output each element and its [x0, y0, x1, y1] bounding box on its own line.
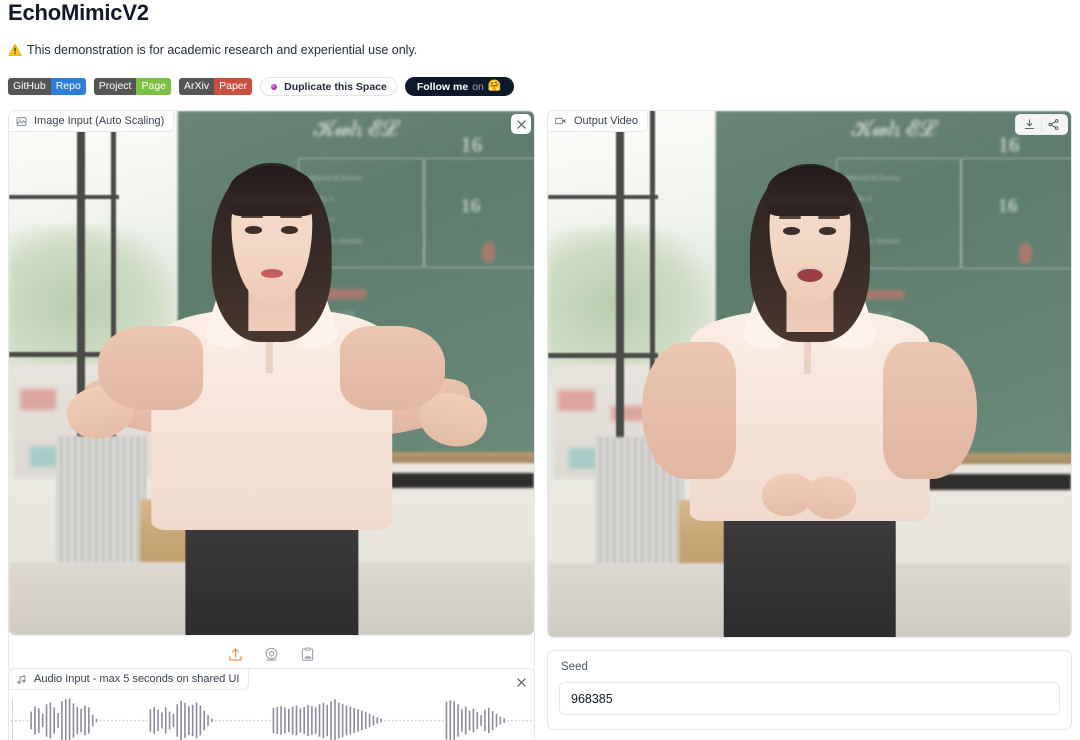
audio-input-label-text: Audio Input - max 5 seconds on shared UI: [34, 673, 240, 685]
arxiv-paper-badge[interactable]: ArXiv Paper: [179, 78, 253, 95]
audio-input-close-button[interactable]: [511, 672, 531, 692]
follow-me-button[interactable]: Follow me on 🤗: [404, 77, 514, 96]
follow-me-suffix: on: [472, 80, 484, 93]
image-input-label-text: Image Input (Auto Scaling): [34, 115, 165, 127]
seed-input[interactable]: [559, 682, 1060, 715]
output-video-panel: 𝒦𝓌ℎ ℰℒ 16 16 Material & Process Studio, …: [547, 110, 1072, 638]
download-icon[interactable]: [1018, 115, 1041, 134]
image-input-close-button[interactable]: [511, 114, 531, 134]
output-video-frame: 𝒦𝓌ℎ ℰℒ 16 16 Material & Process Studio, …: [548, 111, 1071, 637]
video-camera-icon: [555, 116, 567, 126]
page-title: EchoMimicV2: [8, 0, 149, 25]
output-video-player[interactable]: 𝒦𝓌ℎ ℰℒ 16 16 Material & Process Studio, …: [548, 111, 1071, 637]
clipboard-icon[interactable]: [298, 645, 318, 665]
waveform-canvas: [11, 698, 532, 740]
github-repo-badge-left: GitHub: [8, 78, 51, 95]
upload-icon[interactable]: [226, 645, 246, 665]
image-input-panel: 𝒦𝓌ℎ ℰℒ 16 16 Material & Process Studio, …: [8, 110, 535, 675]
project-page-badge-left: Project: [93, 78, 137, 95]
github-repo-badge[interactable]: GitHub Repo: [8, 78, 86, 95]
image-input-label: Image Input (Auto Scaling): [9, 111, 175, 132]
academic-use-notice: This demonstration is for academic resea…: [8, 43, 417, 57]
output-video-label-text: Output Video: [574, 115, 639, 127]
huggingface-dot-icon: [270, 82, 279, 91]
image-input-preview[interactable]: 𝒦𝓌ℎ ℰℒ 16 16 Material & Process Studio, …: [9, 111, 534, 635]
webcam-icon[interactable]: [262, 645, 282, 665]
input-image-content: 𝒦𝓌ℎ ℰℒ 16 16 Material & Process Studio, …: [9, 111, 534, 635]
seed-label: Seed: [561, 661, 588, 673]
output-video-tools: [1015, 114, 1068, 135]
audio-input-panel: Audio Input - max 5 seconds on shared UI: [8, 668, 535, 740]
duplicate-space-button[interactable]: Duplicate this Space: [260, 77, 397, 96]
share-icon[interactable]: [1042, 115, 1065, 134]
badge-row: GitHub Repo Project Page ArXiv Paper Dup…: [8, 77, 514, 96]
arxiv-paper-badge-left: ArXiv: [179, 78, 215, 95]
image-icon: [16, 116, 27, 127]
duplicate-space-label: Duplicate this Space: [284, 80, 387, 93]
arxiv-paper-badge-right: Paper: [214, 78, 253, 95]
app-root: EchoMimicV2 This demonstration is for ac…: [0, 0, 1080, 740]
audio-waveform[interactable]: [10, 695, 533, 740]
follow-me-label: Follow me: [416, 80, 469, 93]
notice-text: This demonstration is for academic resea…: [27, 43, 418, 57]
audio-input-label: Audio Input - max 5 seconds on shared UI: [9, 669, 250, 690]
project-page-badge[interactable]: Project Page: [93, 78, 172, 95]
music-note-icon: [16, 674, 27, 685]
huggingface-hug-icon: 🤗: [487, 80, 502, 92]
seed-panel: Seed: [547, 650, 1072, 730]
github-repo-badge-right: Repo: [50, 78, 86, 95]
output-video-label: Output Video: [548, 111, 649, 132]
warning-triangle-icon: [8, 43, 22, 57]
project-page-badge-right: Page: [136, 78, 172, 95]
